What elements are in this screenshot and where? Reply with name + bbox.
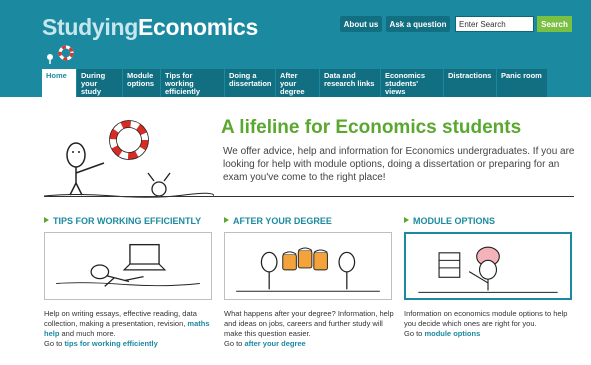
goto-prefix: Go to: [44, 339, 65, 348]
section-heading-text: AFTER YOUR DEGREE: [233, 216, 332, 226]
nav-tab-distractions[interactable]: Distractions: [444, 69, 496, 97]
goto-after-degree-link[interactable]: after your degree: [244, 339, 305, 348]
desc-text: Information on economics module options …: [404, 309, 568, 328]
desc-text: Help on writing essays, effective readin…: [44, 309, 197, 328]
laptop-sleeping-illustration: [56, 243, 200, 287]
triangle-bullet-icon: [224, 217, 229, 223]
logo-text-bold: Economics: [137, 14, 258, 40]
card-module-options-image[interactable]: [404, 232, 572, 300]
goto-prefix: Go to: [224, 339, 245, 348]
section-desc-module-options: Information on economics module options …: [404, 309, 574, 339]
nav-tab-tips-working-efficiently[interactable]: Tips for working efficiently: [161, 69, 224, 97]
lifebuoy-illustration: [44, 120, 214, 198]
nav-tab-home[interactable]: Home: [42, 69, 76, 97]
card-tips-image[interactable]: [44, 232, 212, 300]
about-us-button[interactable]: About us: [340, 16, 382, 32]
nav-tab-during-your-study[interactable]: During your study: [77, 69, 122, 97]
ask-question-button[interactable]: Ask a question: [386, 16, 450, 32]
logo-text-light: Studying: [42, 14, 138, 40]
section-desc-tips: Help on writing essays, effective readin…: [44, 309, 214, 349]
section-heading-module-options[interactable]: MODULE OPTIONS: [404, 216, 495, 226]
nav-tab-data-research-links[interactable]: Data and research links: [320, 69, 380, 97]
nav-tab-panic-room[interactable]: Panic room: [497, 69, 547, 97]
main-nav: Home During your study Module options Ti…: [42, 69, 548, 97]
search-input[interactable]: [455, 16, 534, 32]
triangle-bullet-icon: [44, 217, 49, 223]
nav-tab-doing-dissertation[interactable]: Doing a dissertation: [225, 69, 275, 97]
goto-prefix: Go to: [404, 329, 425, 338]
hero-text: We offer advice, help and information fo…: [223, 146, 575, 183]
section-heading-tips[interactable]: TIPS FOR WORKING EFFICIENTLY: [44, 216, 201, 226]
nav-tab-module-options[interactable]: Module options: [123, 69, 160, 97]
section-heading-text: TIPS FOR WORKING EFFICIENTLY: [53, 216, 202, 226]
goto-module-options-link[interactable]: module options: [424, 329, 480, 338]
card-after-degree-image[interactable]: [224, 232, 392, 300]
site-logo[interactable]: StudyingEconomics: [42, 14, 258, 41]
section-desc-after-degree: What happens after your degree? Informat…: [224, 309, 394, 349]
desc-text-end: and much more.: [59, 329, 116, 338]
brain-books-illustration: [418, 246, 558, 293]
celebration-mugs-illustration: [236, 247, 380, 292]
site-header: StudyingEconomics About us Ask a questio…: [0, 0, 591, 97]
search-button[interactable]: Search: [537, 16, 572, 32]
section-heading-text: MODULE OPTIONS: [413, 216, 496, 226]
goto-tips-link[interactable]: tips for working efficiently: [64, 339, 157, 348]
hero-divider: [44, 196, 574, 197]
desc-text: What happens after your degree? Informat…: [224, 309, 394, 338]
section-heading-after-degree[interactable]: AFTER YOUR DEGREE: [224, 216, 332, 226]
triangle-bullet-icon: [404, 217, 409, 223]
nav-tab-economics-students-views[interactable]: Economics students' views: [381, 69, 443, 97]
lifebuoy-logo-icon: [47, 45, 74, 64]
nav-tab-after-your-degree[interactable]: After your degree: [276, 69, 319, 97]
hero-title: A lifeline for Economics students: [221, 117, 522, 138]
